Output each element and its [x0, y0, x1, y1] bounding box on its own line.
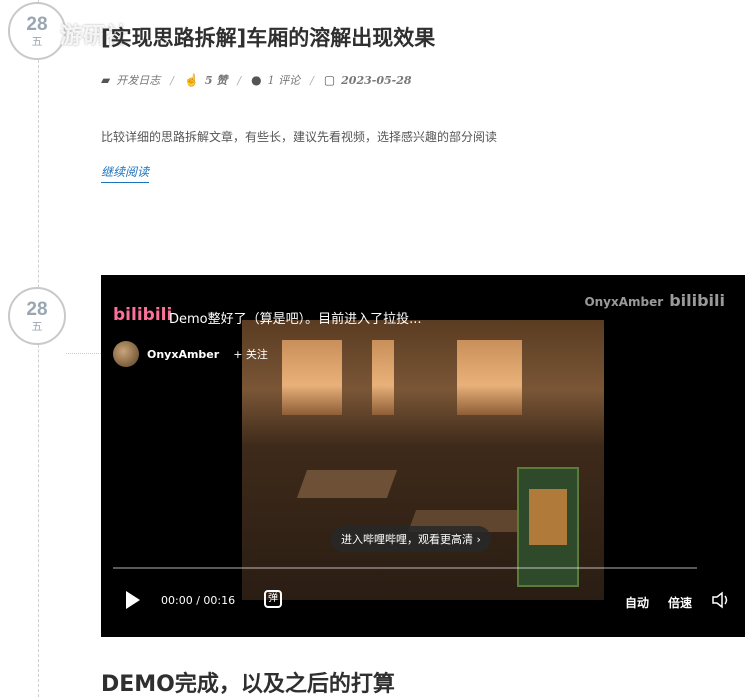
open-bilibili-button[interactable]: 进入哔哩哔哩，观看更高清 ›: [331, 526, 491, 552]
scene-machine-screen: [529, 489, 567, 545]
video-title[interactable]: Demo整好了（算是吧）。目前进入了拉投...: [169, 308, 422, 327]
post-meta: ▰ 开发日志 / ☝ 5 赞 / ● 1 评论 / ▢ 2023-05-28: [101, 72, 412, 88]
section-title: DEMO完成，以及之后的打算: [101, 672, 395, 697]
volume-icon[interactable]: [711, 591, 731, 609]
danmaku-toggle-icon[interactable]: 弹: [264, 590, 282, 608]
date-weekday: 五: [31, 34, 43, 48]
date-day: 28: [26, 13, 48, 35]
quality-button[interactable]: 自动: [625, 594, 649, 611]
post-date: 2023-05-28: [341, 73, 412, 87]
watermark-logo: bilibili: [669, 291, 725, 310]
scene-window: [282, 340, 342, 415]
date-weekday: 五: [31, 319, 43, 333]
video-player[interactable]: bilibili Demo整好了（算是吧）。目前进入了拉投... OnyxAmb…: [101, 275, 745, 637]
calendar-icon: ▢: [323, 73, 336, 87]
progress-bar[interactable]: [113, 567, 697, 569]
timeline-line: [38, 0, 39, 697]
date-badge: 28 五: [8, 287, 66, 345]
meta-separator: /: [310, 73, 314, 87]
speed-button[interactable]: 倍速: [668, 594, 692, 611]
scene-light-patch: [296, 470, 398, 498]
video-watermark: OnyxAmber bilibili: [584, 291, 725, 310]
post-title[interactable]: [实现思路拆解]车厢的溶解出现效果: [101, 22, 435, 52]
date-day: 28: [26, 298, 48, 320]
uploader-name[interactable]: OnyxAmber: [147, 348, 219, 361]
thumbs-up-icon[interactable]: ☝: [184, 73, 199, 87]
uploader-info: OnyxAmber + 关注: [113, 341, 268, 367]
like-count[interactable]: 5 赞: [205, 72, 227, 88]
avatar[interactable]: [113, 341, 139, 367]
read-more-link[interactable]: 继续阅读: [101, 163, 150, 183]
time-display: 00:00 / 00:16: [161, 594, 236, 607]
bilibili-logo[interactable]: bilibili: [113, 305, 172, 325]
meta-separator: /: [237, 73, 242, 87]
scene-window: [457, 340, 522, 415]
play-icon[interactable]: [126, 591, 140, 609]
timeline-connector: [66, 353, 101, 354]
post-excerpt: 比较详细的思路拆解文章，有些长，建议先看视频，选择感兴趣的部分阅读: [101, 130, 498, 144]
comment-count[interactable]: 1 评论: [268, 72, 301, 88]
follow-button[interactable]: + 关注: [233, 346, 268, 362]
date-badge: 28 五: [8, 2, 66, 60]
scene-machine: [517, 467, 579, 587]
category-link[interactable]: 开发日志: [116, 72, 160, 88]
watermark-brand: OnyxAmber: [584, 295, 664, 309]
scene-window: [372, 340, 394, 415]
meta-separator: /: [170, 73, 174, 87]
folder-open-icon: ▰: [101, 73, 111, 87]
comment-icon: ●: [251, 73, 262, 87]
